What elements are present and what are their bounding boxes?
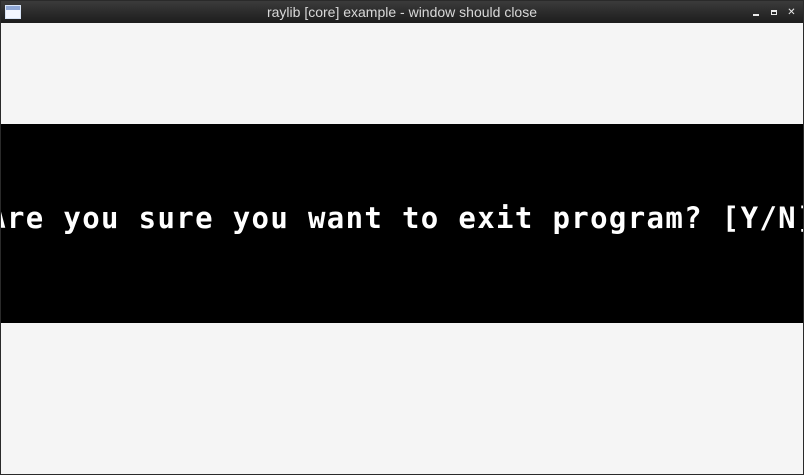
exit-confirmation-band: Are you sure you want to exit program? [… <box>1 124 803 323</box>
maximize-icon[interactable] <box>768 7 779 18</box>
window-content: Are you sure you want to exit program? [… <box>1 23 803 474</box>
exit-confirmation-message: Are you sure you want to exit program? [… <box>0 200 804 235</box>
maximize-mark <box>770 9 777 15</box>
minimize-icon[interactable] <box>750 7 761 18</box>
window-titlebar[interactable]: raylib [core] example - window should cl… <box>1 1 803 23</box>
close-icon[interactable]: ✕ <box>786 7 797 18</box>
minimize-mark <box>752 13 759 16</box>
window-title: raylib [core] example - window should cl… <box>266 4 537 20</box>
application-window: raylib [core] example - window should cl… <box>0 0 804 475</box>
app-window-icon[interactable] <box>5 5 21 19</box>
window-controls: ✕ <box>750 1 797 23</box>
